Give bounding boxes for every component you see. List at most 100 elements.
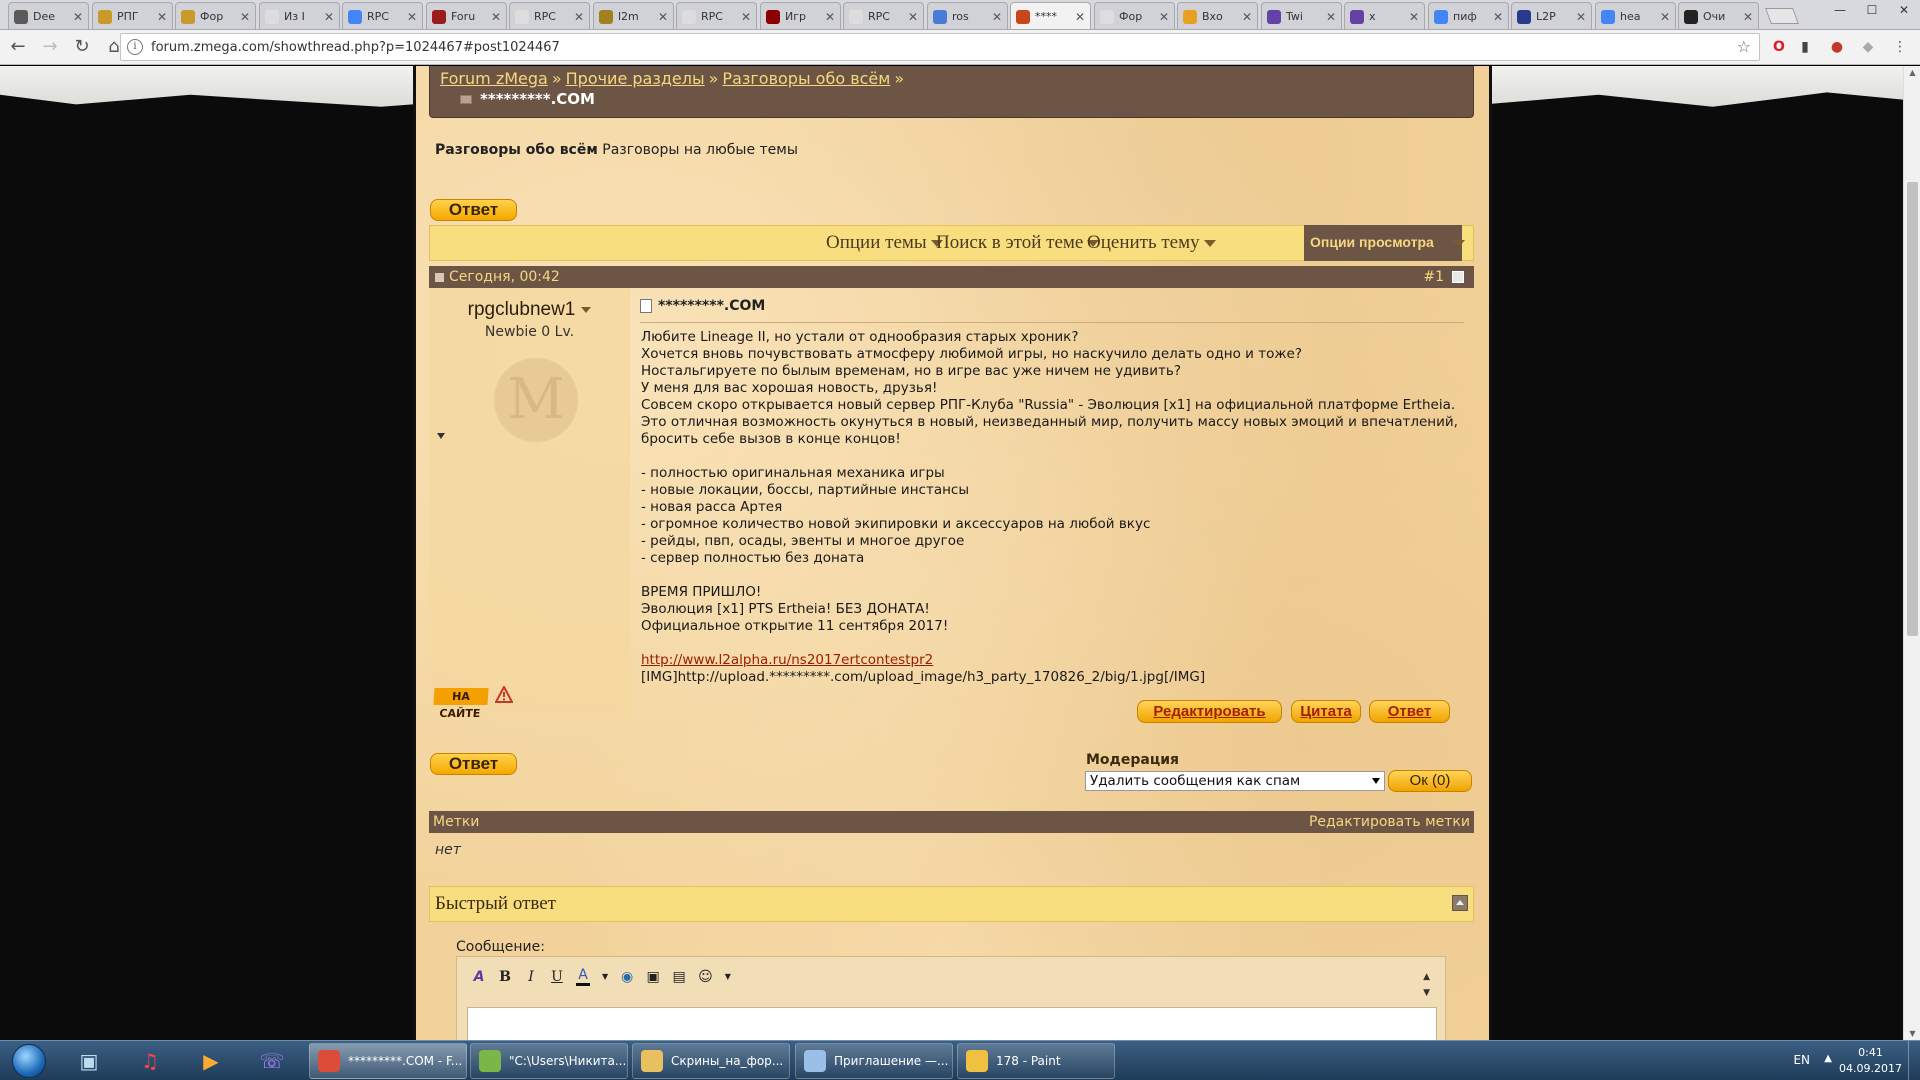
scroll-thumb[interactable] xyxy=(1907,182,1918,636)
browser-tab[interactable]: RPC ✕ xyxy=(342,2,423,29)
taskbar-task[interactable]: "C:\Users\Никита... xyxy=(470,1043,628,1079)
post-number-link[interactable]: #1 xyxy=(1423,266,1444,288)
tab-close-icon[interactable]: ✕ xyxy=(658,10,668,24)
quote-post-button[interactable]: Цитата xyxy=(1291,700,1361,723)
insert-link-icon[interactable]: ◉ xyxy=(620,969,634,985)
microphone-extension-icon[interactable]: ▮ xyxy=(1794,36,1816,58)
tab-close-icon[interactable]: ✕ xyxy=(1493,10,1503,24)
start-button[interactable] xyxy=(5,1043,53,1079)
browser-tab[interactable]: l2m ✕ xyxy=(593,2,674,29)
tab-close-icon[interactable]: ✕ xyxy=(491,10,501,24)
underline-icon[interactable]: U xyxy=(550,969,564,985)
browser-tab[interactable]: Из I ✕ xyxy=(259,2,340,29)
message-textarea[interactable] xyxy=(467,1007,1437,1040)
view-options-menu[interactable]: Опции просмотра xyxy=(1304,225,1462,261)
shield-extension-icon[interactable]: ◆ xyxy=(1857,36,1879,58)
editor-resize-icon[interactable]: ▲ ▼ xyxy=(1423,969,1430,1001)
reload-icon[interactable]: ↻ xyxy=(68,33,96,61)
edit-tags-link[interactable]: Редактировать метки xyxy=(1309,811,1470,833)
back-icon[interactable]: ← xyxy=(4,33,32,61)
moderation-ok-button[interactable]: Ок (0) xyxy=(1388,770,1472,792)
browser-tab[interactable]: РПГ ✕ xyxy=(92,2,173,29)
browser-tab[interactable]: x ✕ xyxy=(1344,2,1425,29)
insert-image-icon[interactable]: ▣ xyxy=(646,969,660,985)
bold-icon[interactable]: B xyxy=(498,969,512,985)
browser-tab[interactable]: **** ✕ xyxy=(1010,2,1091,29)
bell-extension-icon[interactable]: ● xyxy=(1826,36,1848,58)
taskbar-task[interactable]: Приглашение —... xyxy=(795,1043,953,1079)
scroll-up-icon[interactable]: ▲ xyxy=(1904,68,1920,77)
browser-tab[interactable]: Очи ✕ xyxy=(1678,2,1759,29)
thread-options-menu[interactable]: Опции темы xyxy=(826,232,943,254)
chevron-down-icon[interactable]: ▼ xyxy=(602,972,608,981)
maximize-icon[interactable]: ☐ xyxy=(1856,0,1888,20)
collapse-chevron-icon[interactable] xyxy=(1453,240,1465,247)
browser-tab[interactable]: ros ✕ xyxy=(927,2,1008,29)
browser-tab[interactable]: Foru ✕ xyxy=(426,2,507,29)
italic-icon[interactable]: I xyxy=(524,969,538,985)
browser-tab[interactable]: RPC ✕ xyxy=(843,2,924,29)
tab-close-icon[interactable]: ✕ xyxy=(908,10,918,24)
language-indicator[interactable]: EN xyxy=(1793,1053,1810,1067)
browser-tab[interactable]: пиф ✕ xyxy=(1428,2,1509,29)
chevron-down-icon[interactable]: ▼ xyxy=(725,972,731,981)
tab-close-icon[interactable]: ✕ xyxy=(1326,10,1336,24)
scroll-down-icon[interactable]: ▼ xyxy=(1904,1029,1920,1038)
smiley-icon[interactable]: ☺ xyxy=(698,969,713,985)
breadcrumb-item-forum[interactable]: Forum zMega xyxy=(440,69,548,88)
show-desktop-button[interactable] xyxy=(1908,1041,1920,1080)
tab-close-icon[interactable]: ✕ xyxy=(1409,10,1419,24)
report-warning-icon[interactable] xyxy=(495,686,513,704)
tab-close-icon[interactable]: ✕ xyxy=(1075,10,1085,24)
browser-tab[interactable]: RPC ✕ xyxy=(676,2,757,29)
minimize-icon[interactable]: — xyxy=(1824,0,1856,20)
page-scrollbar[interactable]: ▲ ▼ xyxy=(1903,66,1920,1040)
address-bar[interactable]: i forum.zmega.com/showthread.php?p=10244… xyxy=(120,33,1760,61)
browser-tab[interactable]: RPC ✕ xyxy=(509,2,590,29)
viber-icon[interactable]: ☏ xyxy=(246,1044,298,1078)
menu-icon[interactable]: ⋮ xyxy=(1889,36,1911,58)
browser-tab[interactable]: Twi ✕ xyxy=(1261,2,1342,29)
tab-close-icon[interactable]: ✕ xyxy=(1576,10,1586,24)
tab-close-icon[interactable]: ✕ xyxy=(741,10,751,24)
bookmark-star-icon[interactable]: ☆ xyxy=(1737,37,1751,56)
collapse-icon[interactable] xyxy=(1452,895,1468,911)
close-window-icon[interactable]: ✕ xyxy=(1888,0,1920,20)
browser-tab[interactable]: Вхо ✕ xyxy=(1177,2,1258,29)
search-thread-menu[interactable]: Поиск в этой теме xyxy=(936,232,1100,254)
tab-close-icon[interactable]: ✕ xyxy=(1159,10,1169,24)
rate-thread-menu[interactable]: Оценить тему xyxy=(1087,232,1216,254)
post-select-checkbox[interactable] xyxy=(1452,271,1464,283)
reply-button-top[interactable]: Ответ xyxy=(430,199,517,221)
tab-close-icon[interactable]: ✕ xyxy=(1743,10,1753,24)
reply-post-button[interactable]: Ответ xyxy=(1369,700,1450,723)
tab-close-icon[interactable]: ✕ xyxy=(324,10,334,24)
browser-tab[interactable]: hea ✕ xyxy=(1595,2,1676,29)
tray-expand-icon[interactable]: ▲ xyxy=(1824,1053,1832,1064)
browser-tab[interactable]: L2P ✕ xyxy=(1511,2,1592,29)
taskbar-task[interactable]: *********.COM - F... xyxy=(309,1043,467,1079)
tab-close-icon[interactable]: ✕ xyxy=(407,10,417,24)
computer-icon[interactable]: ▣ xyxy=(63,1044,115,1078)
browser-tab[interactable]: Dee ✕ xyxy=(8,2,89,29)
post-external-link[interactable]: http://www.l2alpha.ru/ns2017ertcontestpr… xyxy=(641,652,933,668)
taskbar-task[interactable]: Скрины_на_фор... xyxy=(632,1043,790,1079)
breadcrumb-item-other-sections[interactable]: Прочие разделы xyxy=(566,69,705,88)
browser-tab[interactable]: Фор ✕ xyxy=(175,2,256,29)
tab-close-icon[interactable]: ✕ xyxy=(1242,10,1252,24)
username-menu[interactable]: rpgclubnew1 xyxy=(429,299,630,321)
media-player-icon[interactable]: ▶ xyxy=(185,1044,237,1078)
tab-close-icon[interactable]: ✕ xyxy=(240,10,250,24)
site-info-icon[interactable]: i xyxy=(127,39,143,55)
tab-close-icon[interactable]: ✕ xyxy=(73,10,83,24)
browser-tab[interactable]: Фор ✕ xyxy=(1094,2,1175,29)
edit-post-button[interactable]: Редактировать xyxy=(1137,700,1282,723)
tab-close-icon[interactable]: ✕ xyxy=(574,10,584,24)
taskbar-task[interactable]: 178 - Paint xyxy=(957,1043,1115,1079)
font-color-icon[interactable]: A xyxy=(576,967,590,986)
breadcrumb-item-talks[interactable]: Разговоры обо всём xyxy=(722,69,890,88)
caret-down-icon[interactable] xyxy=(437,433,445,439)
new-tab-button[interactable] xyxy=(1765,8,1799,24)
quote-icon[interactable]: ▤ xyxy=(672,969,686,985)
tab-close-icon[interactable]: ✕ xyxy=(992,10,1002,24)
